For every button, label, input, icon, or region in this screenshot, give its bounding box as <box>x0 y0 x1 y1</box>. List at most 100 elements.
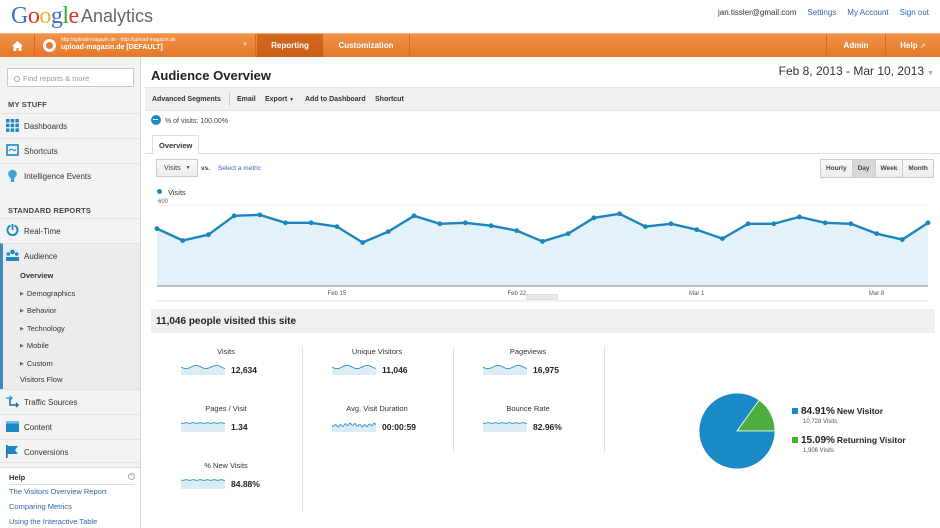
product-name: Analytics <box>81 6 154 26</box>
user-email: jan.tissler@gmail.com <box>718 8 797 17</box>
visitor-type-pie-chart[interactable] <box>697 391 777 471</box>
sidebar-item-dashboards[interactable]: Dashboards <box>0 113 140 137</box>
tab-reporting[interactable]: Reporting <box>257 34 323 57</box>
search-input[interactable]: Find reports & more <box>7 68 134 87</box>
sparkline <box>181 479 225 489</box>
legend-count: 1,906 Visits <box>803 448 834 454</box>
metric-pageviews[interactable]: Pageviews 16,975 <box>453 347 603 399</box>
add-to-dashboard-button[interactable]: Add to Dashboard <box>305 96 366 103</box>
sidebar-sub-behavior[interactable]: ▶ Behavior <box>20 306 56 315</box>
sidebar-item-real-time[interactable]: Real-Time <box>0 218 140 242</box>
tab-admin[interactable]: Admin <box>826 34 885 57</box>
sidebar-sub-visitors-flow[interactable]: Visitors Flow <box>20 375 62 384</box>
chart-resize-handle[interactable] <box>526 294 558 300</box>
sidebar-item-traffic-sources[interactable]: Traffic Sources <box>0 389 140 413</box>
metric-bounce-rate[interactable]: Bounce Rate 82.96% <box>453 404 603 456</box>
metric-name: % New Visits <box>204 461 248 470</box>
realtime-icon <box>6 224 19 236</box>
sidebar-sub-demographics[interactable]: ▶ Demographics <box>20 289 75 298</box>
select-metric-link[interactable]: Select a metric <box>218 165 261 172</box>
legend-label: Visits <box>168 188 186 197</box>
granularity-month-button[interactable]: Month <box>902 160 933 177</box>
help-link-interactive-table[interactable]: Using the Interactive Table <box>9 517 97 526</box>
granularity-week-button[interactable]: Week <box>874 160 903 177</box>
data-point <box>514 228 520 234</box>
legend-new-visitor: 84.91% New Visitor 10,728 Visits <box>792 406 883 425</box>
sidebar-item-content[interactable]: Content <box>0 414 140 438</box>
visits-line-chart[interactable]: 600300Feb 15Feb 22Mar 1Mar 8 <box>142 197 940 307</box>
sidebar-sub-overview[interactable]: Overview <box>20 271 53 280</box>
metric-pages-per-visit[interactable]: Pages / Visit 1.34 <box>151 404 301 456</box>
vs-label: vs. <box>201 165 211 172</box>
tab-overview[interactable]: Overview <box>152 135 200 155</box>
metric-name: Avg. Visit Duration <box>346 404 408 413</box>
sidebar-sub-technology[interactable]: ▶ Technology <box>20 324 65 333</box>
metric-dropdown[interactable]: Visits ▼ <box>156 159 198 177</box>
data-point <box>771 221 777 227</box>
summary-heading: 11,046 people visited this site <box>151 309 935 333</box>
data-point <box>360 240 365 245</box>
shortcut-button[interactable]: Shortcut <box>375 96 404 103</box>
sidebar-item-label: Intelligence Events <box>24 172 92 181</box>
metric-value: 82.96% <box>533 422 562 432</box>
sparkline <box>332 422 376 432</box>
sidebar-sub-mobile[interactable]: ▶ Mobile <box>20 341 49 350</box>
help-label: Help <box>900 41 918 50</box>
data-point <box>899 237 905 242</box>
data-point <box>437 221 443 227</box>
sub-item-label: Technology <box>26 324 65 333</box>
account-selector[interactable]: http://upload-magazin.de - http://upload… <box>36 34 256 57</box>
collapse-icon[interactable]: − <box>128 473 135 480</box>
data-point <box>617 211 622 217</box>
my-stuff-heading: MY STUFF <box>8 100 47 109</box>
globe-icon <box>43 39 56 52</box>
sparkline-line <box>483 422 527 424</box>
metric-visits[interactable]: Visits 12,634 <box>151 347 301 399</box>
sidebar-item-intelligence-events[interactable]: Intelligence Events <box>0 163 140 187</box>
content-icon <box>6 421 19 432</box>
data-point <box>180 238 186 243</box>
my-account-link[interactable]: My Account <box>847 8 888 17</box>
metric-avg-visit-duration[interactable]: Avg. Visit Duration 00:00:59 <box>302 404 452 456</box>
chevron-down-icon: ▼ <box>289 97 295 103</box>
metric-value: 16,975 <box>533 365 559 375</box>
google-logo[interactable]: Google <box>11 3 79 30</box>
granularity-day-button[interactable]: Day <box>851 160 875 177</box>
metric-name: Visits <box>217 347 235 356</box>
data-point <box>231 213 237 219</box>
export-button[interactable]: Export ▼ <box>265 96 294 103</box>
settings-link[interactable]: Settings <box>807 8 836 17</box>
sparkline-fill <box>332 365 376 375</box>
sign-out-link[interactable]: Sign out <box>900 8 929 17</box>
sidebar-item-shortcuts[interactable]: Shortcuts <box>0 138 140 162</box>
home-button[interactable] <box>0 34 35 57</box>
help-link-comparing-metrics[interactable]: Comparing Metrics <box>9 502 72 511</box>
top-header: Google Analytics jan.tissler@gmail.com S… <box>0 0 940 32</box>
metric-name: Bounce Rate <box>506 404 550 413</box>
granularity-hourly-button[interactable]: Hourly <box>821 160 852 177</box>
page-title: Audience Overview <box>151 68 271 83</box>
report-toolbar: Advanced Segments Email Export ▼ Add to … <box>145 87 940 111</box>
chevron-down-icon: ▼ <box>242 42 248 48</box>
metric-value: 1.34 <box>231 422 248 432</box>
data-point <box>822 220 828 226</box>
tab-help[interactable]: Help ↗ <box>885 34 940 57</box>
date-range-picker[interactable]: Feb 8, 2013 - Mar 10, 2013 ▼ <box>779 64 934 78</box>
sidebar-sub-custom[interactable]: ▶ Custom <box>20 359 53 368</box>
metric-unique-visitors[interactable]: Unique Visitors 11,046 <box>302 347 452 399</box>
help-link-visitors-overview[interactable]: The Visitors Overview Report <box>9 487 106 496</box>
email-button[interactable]: Email <box>237 96 256 103</box>
metric-new-visits[interactable]: % New Visits 84.88% <box>151 461 301 513</box>
account-name: upload-magazin.de [DEFAULT] <box>61 44 163 51</box>
sidebar-item-label: Real-Time <box>24 227 61 236</box>
sidebar-item-conversions[interactable]: Conversions <box>0 439 140 463</box>
data-point <box>206 232 211 238</box>
data-point <box>488 223 494 229</box>
tab-customization[interactable]: Customization <box>323 34 410 57</box>
sparkline-fill <box>181 365 225 375</box>
advanced-segments-button[interactable]: Advanced Segments <box>152 96 221 103</box>
legend-returning-visitor: 15.09% Returning Visitor 1,906 Visits <box>792 435 906 454</box>
metric-dropdown-value: Visits <box>164 165 181 172</box>
data-point <box>642 224 648 229</box>
legend-name: New Visitor <box>836 406 884 416</box>
